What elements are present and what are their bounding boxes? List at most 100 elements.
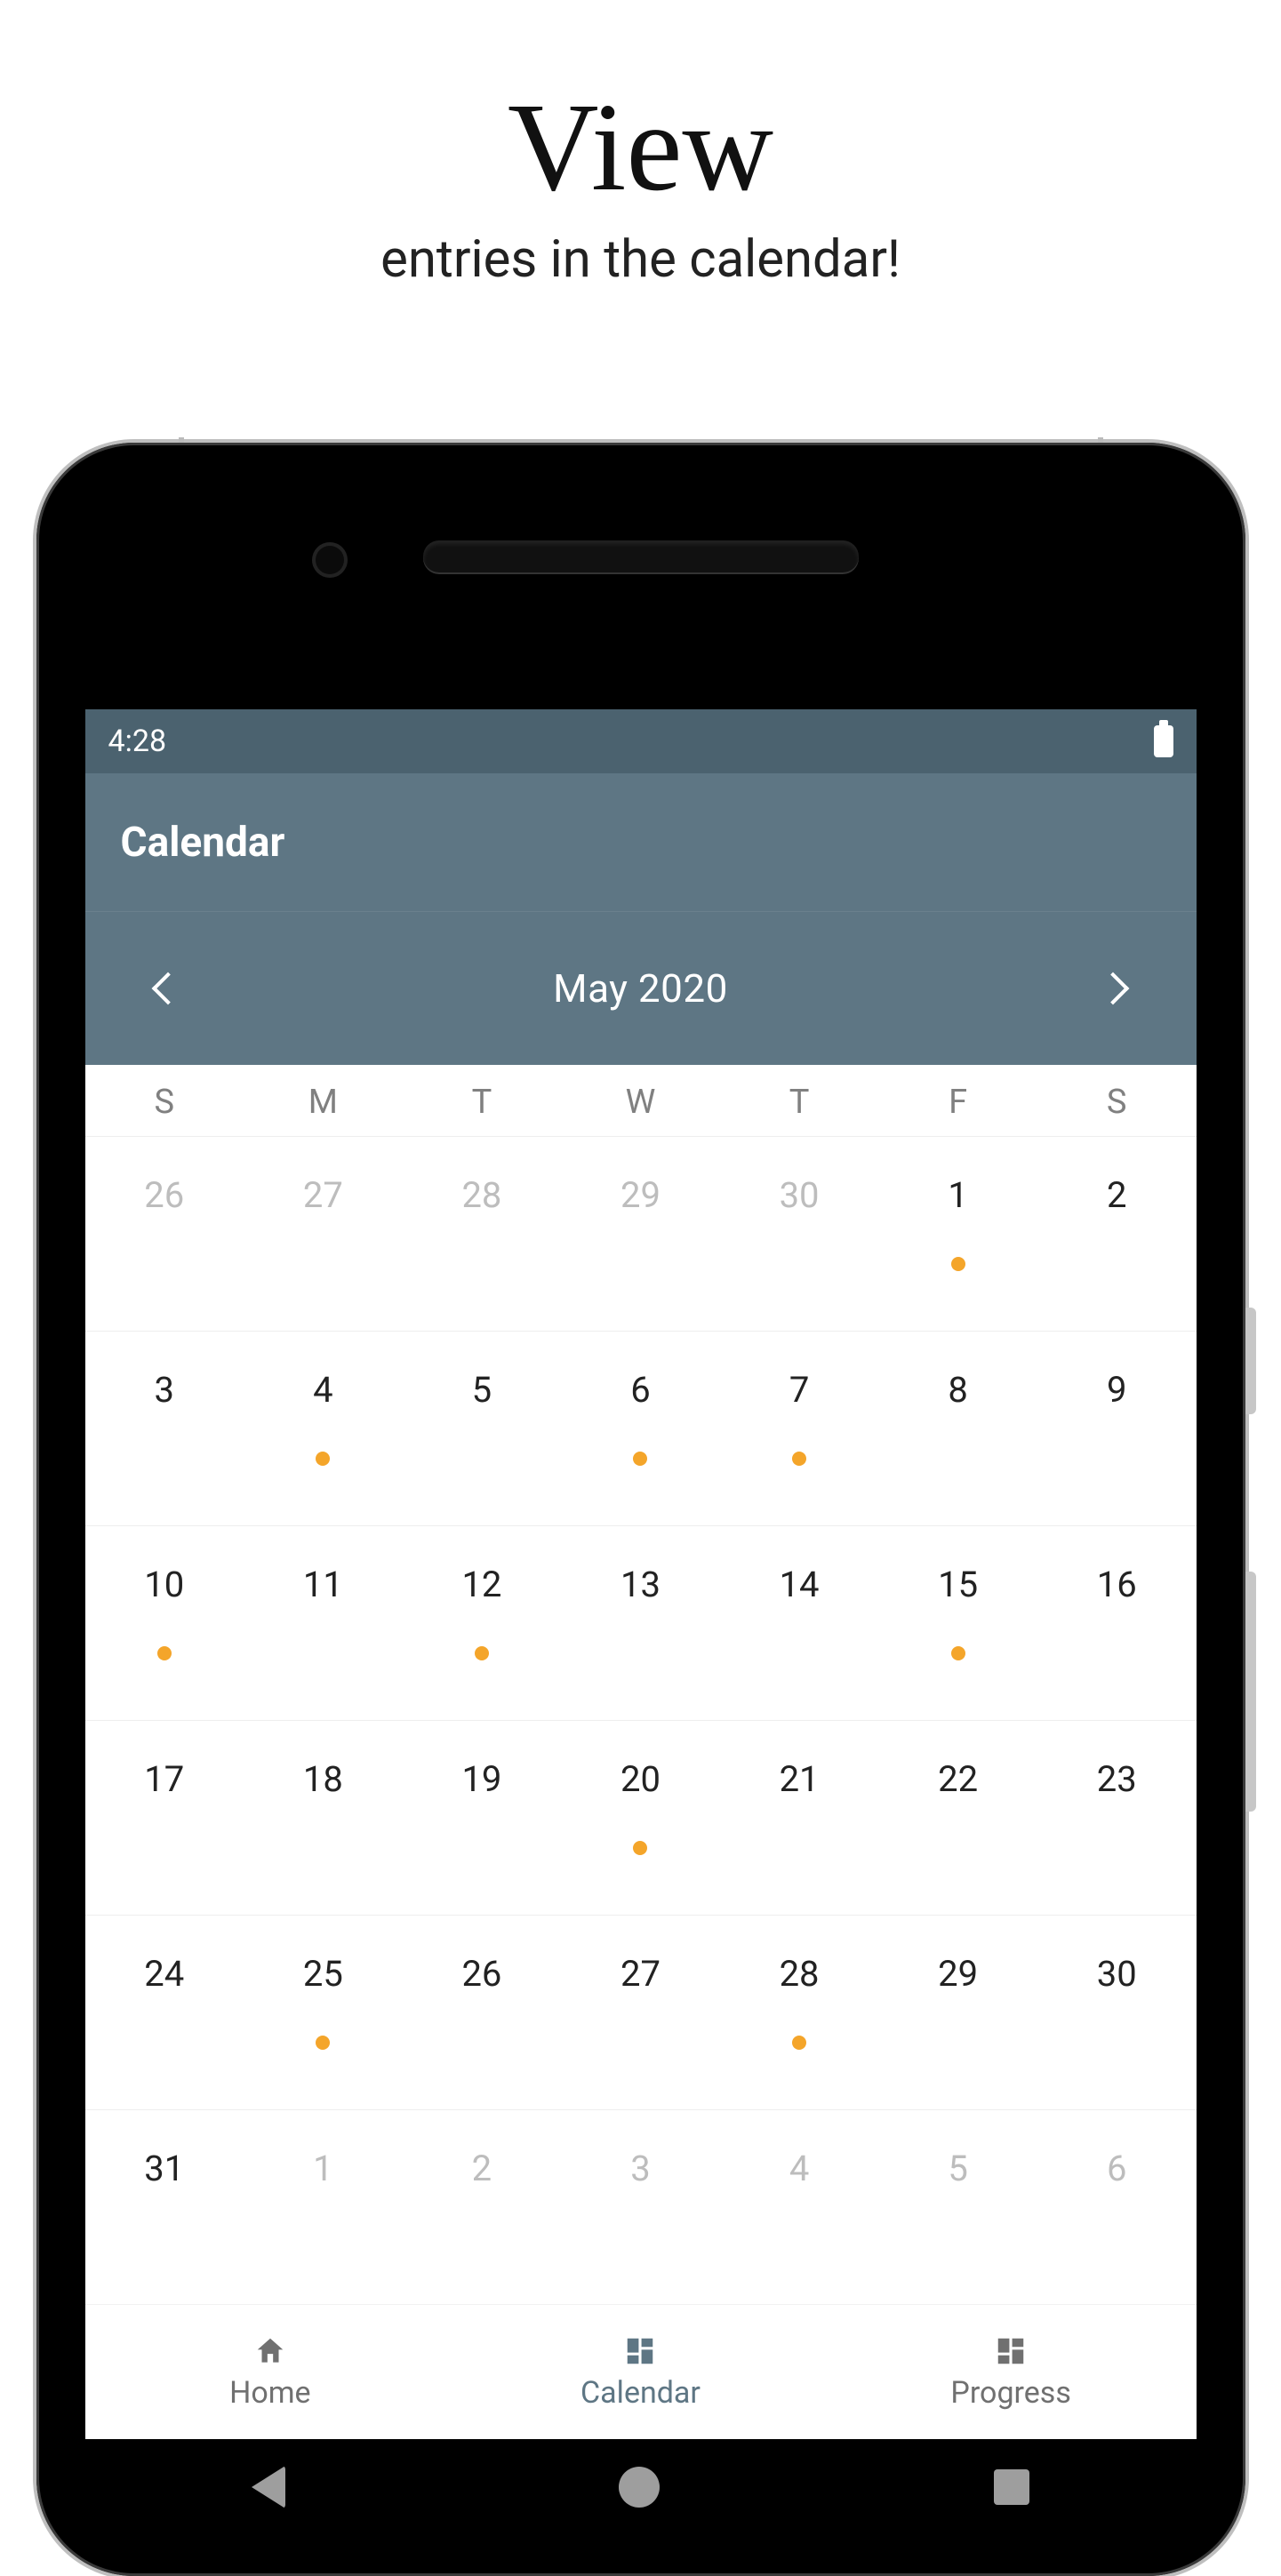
calendar-day[interactable]: 31	[85, 2110, 244, 2304]
calendar-day[interactable]: 1	[244, 2110, 403, 2304]
chevron-left-icon[interactable]	[151, 972, 184, 1005]
calendar-day[interactable]: 2	[403, 2110, 562, 2304]
headline: View	[0, 0, 1281, 222]
home-icon	[252, 2334, 289, 2368]
calendar-day[interactable]: 8	[878, 1332, 1037, 1525]
calendar-day[interactable]: 30	[720, 1137, 879, 1331]
calendar-day[interactable]: 4	[244, 1332, 403, 1525]
nav-progress-label: Progress	[950, 2375, 1070, 2411]
calendar-day[interactable]: 5	[403, 1332, 562, 1525]
calendar-day[interactable]: 27	[244, 1137, 403, 1331]
calendar-day[interactable]: 28	[403, 1137, 562, 1331]
nav-calendar[interactable]: Calendar	[455, 2305, 826, 2439]
calendar-day[interactable]: 7	[720, 1332, 879, 1525]
day-number: 10	[144, 1564, 184, 1605]
entry-dot-icon	[633, 1841, 647, 1855]
calendar-day[interactable]: 4	[720, 2110, 879, 2304]
chevron-right-icon[interactable]	[1097, 972, 1130, 1005]
calendar-day[interactable]: 1	[878, 1137, 1037, 1331]
calendar-day[interactable]: 2	[1037, 1137, 1197, 1331]
phone-camera	[312, 542, 348, 578]
calendar-day[interactable]: 17	[85, 1721, 244, 1915]
calendar-day[interactable]: 19	[403, 1721, 562, 1915]
day-number: 3	[630, 2148, 650, 2189]
day-number: 3	[155, 1369, 174, 1411]
status-time: 4:28	[108, 724, 167, 759]
android-recents-button[interactable]	[994, 2469, 1029, 2505]
calendar-grid: SMTWTFS 26272829301234567891011121314151…	[85, 1065, 1197, 2304]
day-number: 4	[789, 2148, 809, 2189]
calendar-day[interactable]: 3	[561, 2110, 720, 2304]
day-number: 13	[620, 1564, 661, 1605]
day-number: 11	[303, 1564, 343, 1605]
day-number: 26	[461, 1953, 501, 1995]
calendar-day[interactable]: 10	[85, 1526, 244, 1720]
day-number: 22	[938, 1758, 978, 1800]
day-number: 29	[938, 1953, 978, 1995]
calendar-day[interactable]: 27	[561, 1916, 720, 2109]
calendar-day[interactable]: 25	[244, 1916, 403, 2109]
day-number: 21	[780, 1758, 820, 1800]
calendar-day[interactable]: 5	[878, 2110, 1037, 2304]
dashboard-icon	[621, 2334, 659, 2368]
day-number: 1	[313, 2148, 332, 2189]
calendar-week: 31 1 2 3 4 56	[85, 2109, 1197, 2304]
calendar-day[interactable]: 28	[720, 1916, 879, 2109]
calendar-day[interactable]: 16	[1037, 1526, 1197, 1720]
day-number: 4	[313, 1369, 332, 1411]
calendar-day[interactable]: 11	[244, 1526, 403, 1720]
entry-dot-icon	[475, 1646, 489, 1660]
android-home-button[interactable]	[619, 2467, 660, 2508]
calendar-day[interactable]: 6	[1037, 2110, 1197, 2304]
day-number: 14	[780, 1564, 820, 1605]
calendar-day[interactable]: 6	[561, 1332, 720, 1525]
day-number: 12	[461, 1564, 501, 1605]
calendar-day[interactable]: 26	[403, 1916, 562, 2109]
month-label[interactable]: May 2020	[553, 965, 728, 1012]
day-number: 2	[472, 2148, 492, 2189]
calendar-week: 24 25 26 27 28 29 30	[85, 1915, 1197, 2109]
entry-dot-icon	[792, 1452, 806, 1466]
month-bar: May 2020	[85, 911, 1197, 1065]
calendar-day[interactable]: 24	[85, 1916, 244, 2109]
day-number: 27	[620, 1953, 661, 1995]
calendar-day[interactable]: 29	[561, 1137, 720, 1331]
calendar-day[interactable]: 22	[878, 1721, 1037, 1915]
day-number: 28	[461, 1174, 501, 1216]
calendar-day[interactable]: 29	[878, 1916, 1037, 2109]
calendar-week: 10 11 12 13 14 1516	[85, 1525, 1197, 1720]
day-number: 17	[144, 1758, 184, 1800]
calendar-day[interactable]: 13	[561, 1526, 720, 1720]
calendar-day[interactable]: 21	[720, 1721, 879, 1915]
day-number: 7	[789, 1369, 809, 1411]
entry-dot-icon	[157, 1646, 172, 1660]
calendar-day[interactable]: 30	[1037, 1916, 1197, 2109]
day-number: 26	[144, 1174, 184, 1216]
entry-dot-icon	[633, 1452, 647, 1466]
weekday-header: W	[561, 1065, 720, 1136]
calendar-day[interactable]: 3	[85, 1332, 244, 1525]
entry-dot-icon	[951, 1257, 965, 1271]
calendar-day[interactable]: 14	[720, 1526, 879, 1720]
calendar-day[interactable]: 15	[878, 1526, 1037, 1720]
calendar-day[interactable]: 12	[403, 1526, 562, 1720]
day-number: 19	[461, 1758, 501, 1800]
nav-progress[interactable]: Progress	[826, 2305, 1197, 2439]
calendar-day[interactable]: 23	[1037, 1721, 1197, 1915]
calendar-day[interactable]: 26	[85, 1137, 244, 1331]
day-number: 25	[303, 1953, 343, 1995]
calendar-week: 17 18 19 20 21 22 23	[85, 1720, 1197, 1915]
android-back-button[interactable]	[252, 2466, 285, 2508]
calendar-day[interactable]: 20	[561, 1721, 720, 1915]
day-number: 5	[472, 1369, 492, 1411]
calendar-day[interactable]: 9	[1037, 1332, 1197, 1525]
day-number: 1	[948, 1174, 967, 1216]
nav-home[interactable]: Home	[85, 2305, 456, 2439]
calendar-day[interactable]: 18	[244, 1721, 403, 1915]
entry-dot-icon	[316, 2036, 330, 2050]
day-number: 8	[948, 1369, 967, 1411]
bottom-nav: Home Calendar Progress	[85, 2304, 1197, 2439]
phone-frame: 4:28 Calendar May 2020 SMTWTFS 262728293…	[36, 443, 1245, 2576]
weekday-header: T	[403, 1065, 562, 1136]
appbar-title: Calendar	[121, 819, 285, 867]
